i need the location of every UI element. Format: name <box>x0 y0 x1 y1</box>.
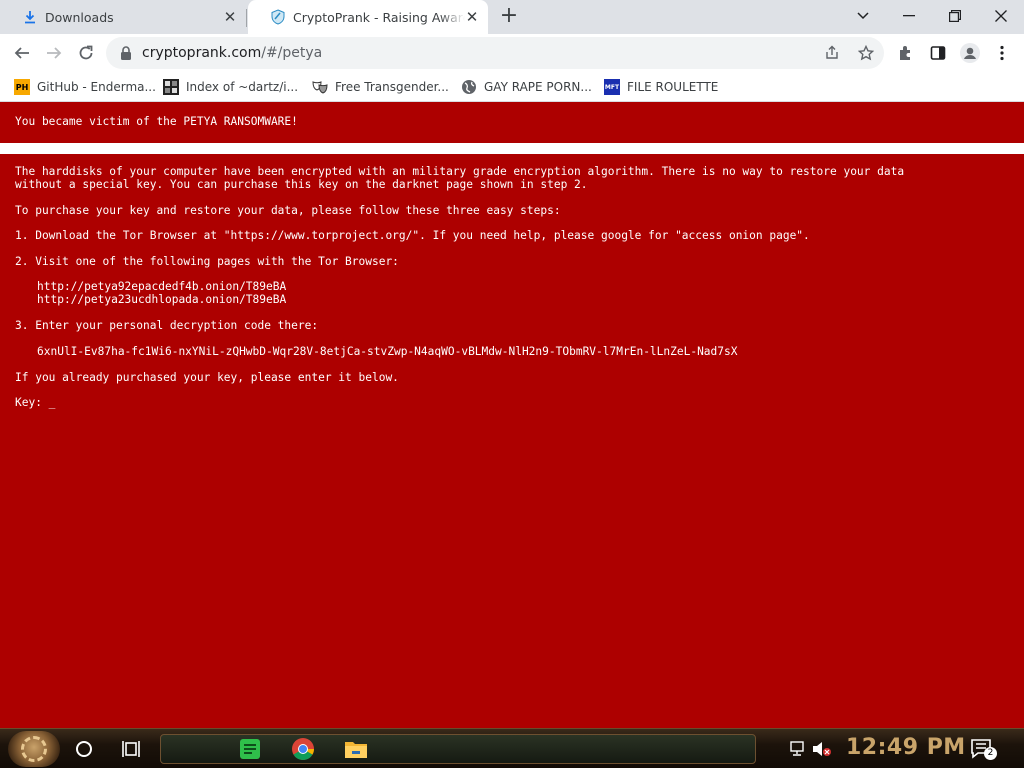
onion-url-2[interactable]: http://petya23ucdhlopada.onion/T89eBA <box>37 293 286 306</box>
browser-toolbar: cryptoprank.com/#/petya <box>0 34 1024 72</box>
profile-avatar-icon[interactable] <box>960 43 980 63</box>
step-2: 2. Visit one of the following pages with… <box>15 255 399 268</box>
lock-icon[interactable] <box>118 45 134 61</box>
grid-icon <box>163 79 179 95</box>
url-host: cryptoprank.com <box>142 45 262 61</box>
reload-button[interactable] <box>72 39 100 67</box>
step-3: 3. Enter your personal decryption code t… <box>15 319 319 332</box>
bookmarks-bar: PH GitHub - Enderma... Index of ~dartz/i… <box>0 72 1024 102</box>
tab-separator <box>246 9 247 27</box>
bookmark-free-transgender[interactable]: Free Transgender... <box>312 77 449 97</box>
notification-icon[interactable]: 2 <box>970 737 997 761</box>
bookmark-gay-rape-porn[interactable]: GAY RAPE PORN... <box>461 77 592 97</box>
back-button[interactable] <box>8 39 36 67</box>
roulette-icon: MFT <box>604 79 620 95</box>
task-view-icon[interactable] <box>119 737 143 761</box>
globe-icon <box>461 79 477 95</box>
bookmark-label: GAY RAPE PORN... <box>484 80 592 94</box>
restore-button[interactable] <box>932 0 978 32</box>
bookmark-github[interactable]: PH GitHub - Enderma... <box>14 77 156 97</box>
notes-app-icon[interactable] <box>238 737 262 761</box>
tab-strip: Downloads ✕ CryptoPrank - Raising Awaren… <box>0 0 1024 34</box>
download-icon <box>22 9 38 25</box>
url-path: /#/petya <box>261 45 323 61</box>
minimize-button[interactable] <box>886 0 932 32</box>
share-icon[interactable] <box>822 43 842 63</box>
tab-downloads[interactable]: Downloads ✕ <box>0 0 246 34</box>
ransom-paragraph-line-2: without a special key. You can purchase … <box>15 178 588 191</box>
new-tab-button[interactable]: + <box>498 5 520 28</box>
ph-icon: PH <box>14 79 30 95</box>
url-text[interactable]: cryptoprank.com/#/petya <box>142 37 322 69</box>
ransom-header: You became victim of the PETYA RANSOMWAR… <box>15 115 298 128</box>
side-panel-icon[interactable] <box>928 43 948 63</box>
chrome-icon[interactable] <box>291 737 315 761</box>
tab-title: CryptoPrank - Raising Awareness <box>293 9 465 25</box>
decryption-code: 6xnUlI-Ev87ha-fc1Wi6-nxYNiL-zQHwbD-Wqr28… <box>37 345 738 358</box>
tab-title: Downloads <box>45 9 114 25</box>
start-button[interactable] <box>8 731 60 767</box>
gear-icon <box>21 736 47 762</box>
network-icon[interactable] <box>786 737 810 761</box>
step-1: 1. Download the Tor Browser at "https://… <box>15 229 810 242</box>
bookmark-label: Free Transgender... <box>335 80 449 94</box>
tab-search-icon[interactable] <box>840 0 886 32</box>
bookmark-label: Index of ~dartz/i... <box>186 80 299 94</box>
volume-muted-icon[interactable] <box>810 737 834 761</box>
instructions-intro: To purchase your key and restore your da… <box>15 204 561 217</box>
tab-cryptoprank[interactable]: CryptoPrank - Raising Awareness ✕ <box>248 0 488 34</box>
cryptoprank-icon <box>270 9 286 25</box>
close-window-button[interactable] <box>978 0 1024 32</box>
ransom-paragraph-line-1: The harddisks of your computer have been… <box>15 165 905 178</box>
header-divider <box>0 143 1024 154</box>
taskbar: 12:49 PM 2 <box>0 728 1024 768</box>
onion-url-1[interactable]: http://petya92epacdedf4b.onion/T89eBA <box>37 280 286 293</box>
ransom-page: You became victim of the PETYA RANSOMWAR… <box>0 103 1024 728</box>
search-circle-icon[interactable] <box>72 737 96 761</box>
forward-button[interactable] <box>40 39 68 67</box>
taskbar-clock[interactable]: 12:49 PM <box>846 735 966 760</box>
bookmark-star-icon[interactable] <box>856 43 876 63</box>
key-input[interactable]: Key: _ <box>15 396 55 409</box>
already-purchased-text: If you already purchased your key, pleas… <box>15 371 399 384</box>
bookmark-label: GitHub - Enderma... <box>37 80 156 94</box>
file-explorer-icon[interactable] <box>344 737 368 761</box>
close-icon[interactable]: ✕ <box>464 9 480 25</box>
extensions-icon[interactable] <box>896 43 916 63</box>
address-bar[interactable]: cryptoprank.com/#/petya <box>106 37 884 69</box>
notification-count: 2 <box>984 747 997 760</box>
bookmark-index-dartz[interactable]: Index of ~dartz/i... <box>163 77 298 97</box>
close-icon[interactable]: ✕ <box>222 9 238 25</box>
masks-icon <box>312 79 328 95</box>
bookmark-label: FILE ROULETTE <box>627 80 719 94</box>
bookmark-file-roulette[interactable]: MFT FILE ROULETTE <box>604 77 718 97</box>
menu-kebab-icon[interactable] <box>992 43 1012 63</box>
